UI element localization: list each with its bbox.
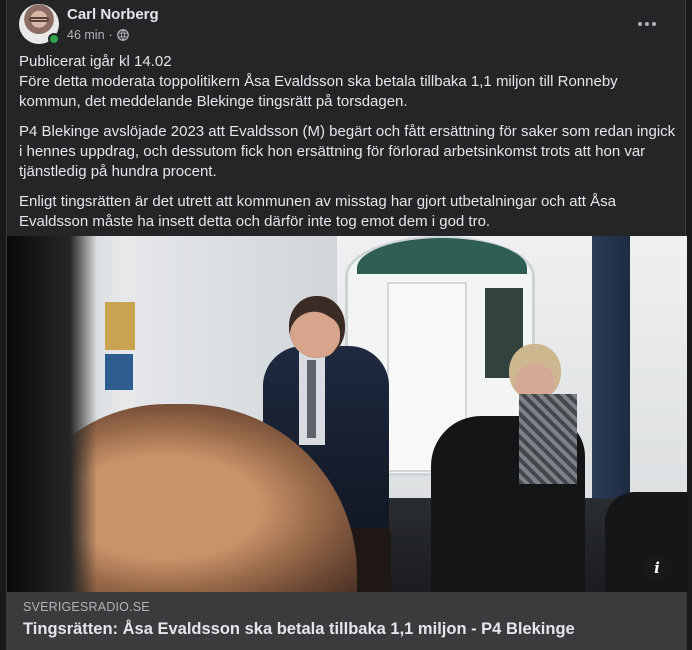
link-domain: SVERIGESRADIO.SE (23, 600, 150, 614)
post-paragraph-3: Enligt tingsrätten är det utrett att kom… (19, 193, 616, 230)
post-paragraph-2: P4 Blekinge avslöjade 2023 att Evaldsson… (19, 123, 676, 180)
globe-icon[interactable] (116, 29, 129, 41)
post-header: Carl Norberg 46 min · (19, 4, 675, 48)
post-photo[interactable]: i (7, 236, 687, 592)
photo-curtain (592, 236, 630, 506)
avatar-glasses (29, 17, 49, 22)
photo-camera-left (7, 236, 97, 592)
more-options-icon[interactable] (635, 14, 659, 34)
photo-sign (105, 302, 135, 350)
photo-man-tie (307, 360, 316, 438)
link-title[interactable]: Tingsrätten: Åsa Evaldsson ska betala ti… (23, 620, 671, 639)
photo-man-face (292, 314, 340, 356)
post-time[interactable]: 46 min (67, 28, 105, 42)
meta-separator: · (108, 28, 113, 42)
post-card: Carl Norberg 46 min · Publicerat igår kl… (6, 0, 687, 650)
post-meta: 46 min · (67, 28, 129, 42)
photo-screen (105, 354, 133, 390)
online-status-icon (48, 33, 60, 45)
author-name[interactable]: Carl Norberg (67, 6, 159, 23)
info-icon[interactable]: i (643, 554, 671, 582)
photo-woman-head (509, 344, 561, 400)
photo-woman-scarf (519, 394, 577, 484)
link-preview[interactable]: SVERIGESRADIO.SE Tingsrätten: Åsa Evalds… (7, 592, 687, 650)
post-paragraph-1: Publicerat igår kl 14.02 Före detta mode… (19, 53, 618, 110)
post-body: Publicerat igår kl 14.02 Före detta mode… (19, 52, 679, 242)
